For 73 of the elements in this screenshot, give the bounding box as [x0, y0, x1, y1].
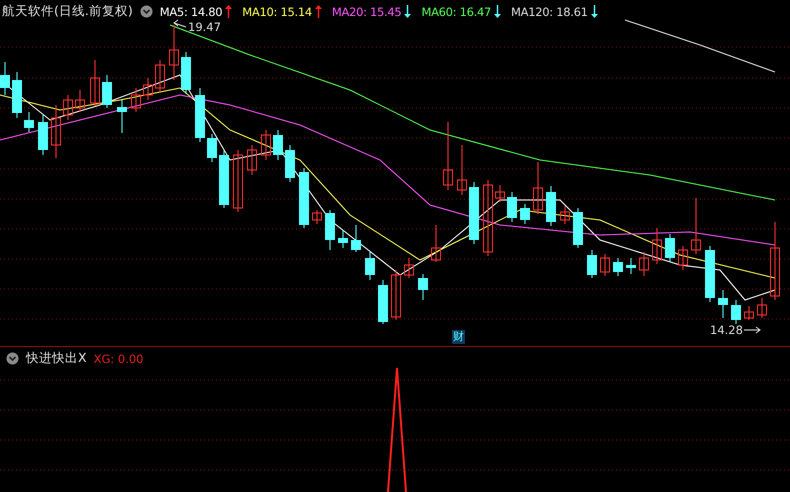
candlestick	[38, 114, 48, 156]
stock-title: 航天软件(日线.前复权)	[2, 3, 133, 20]
indicator-value: MA60: 16.47	[421, 4, 492, 18]
indicator-title: 快进快出X	[26, 350, 87, 367]
candlestick	[312, 210, 322, 224]
candlestick	[90, 60, 100, 106]
candlestick	[273, 130, 283, 160]
candlestick	[102, 74, 112, 108]
dropdown-icon[interactable]	[140, 5, 153, 18]
candlestick	[665, 234, 675, 262]
candlestick	[691, 198, 701, 254]
candlestick	[495, 184, 505, 202]
candlestick	[613, 258, 623, 276]
candlestick	[718, 290, 728, 318]
candlestick	[587, 250, 597, 278]
candlestick	[338, 230, 348, 248]
low-price-label: 14.28	[710, 323, 743, 337]
candlestick	[285, 144, 295, 182]
candlestick	[457, 144, 467, 196]
high-price-label: 19.47	[188, 20, 221, 34]
indicator-value: XG: 0.00	[94, 352, 144, 366]
candlestick	[533, 162, 543, 214]
candlestick	[546, 186, 556, 226]
candlestick	[169, 24, 179, 80]
candlestick	[325, 210, 335, 250]
candlestick	[12, 72, 22, 118]
candlestick	[75, 90, 85, 112]
candlestick	[207, 134, 217, 162]
candlestick	[24, 112, 34, 132]
candlestick	[51, 104, 61, 158]
candlestick	[744, 306, 754, 320]
candlestick	[63, 94, 73, 120]
candlestick	[247, 144, 257, 176]
candlestick	[507, 192, 517, 222]
candlestick	[626, 258, 636, 274]
candlestick	[639, 252, 649, 276]
indicator-value: MA120: 18.61	[511, 4, 588, 18]
candlestick	[600, 254, 610, 276]
indicator-value: MA20: 15.45	[332, 4, 402, 18]
candlestick	[117, 100, 127, 134]
candlestick	[418, 274, 428, 300]
event-badge[interactable]: 财	[452, 330, 465, 344]
candlestick	[195, 88, 205, 142]
candlestick	[131, 88, 141, 112]
indicator-value: MA10: 15.14	[242, 4, 312, 18]
candlestick	[378, 280, 388, 324]
candlestick	[731, 300, 741, 324]
candlestick	[652, 228, 662, 264]
candlestick	[573, 208, 583, 248]
candlestick	[219, 150, 229, 208]
candlestick	[181, 52, 191, 94]
candlestick	[143, 78, 153, 100]
candlestick	[261, 130, 271, 160]
candlestick	[443, 122, 453, 190]
candlestick	[431, 224, 441, 262]
candlestick	[560, 206, 570, 224]
candlestick	[705, 246, 715, 302]
arrow-icon	[744, 326, 761, 334]
arrow-icon	[173, 20, 186, 28]
candlestick	[391, 270, 401, 320]
candlestick	[351, 224, 361, 252]
candlestick	[299, 168, 309, 228]
candlestick	[233, 150, 243, 212]
candlestick	[404, 258, 414, 278]
candlestick	[365, 252, 375, 280]
indicator-value: MA5: 14.80	[160, 4, 222, 18]
candlestick	[0, 62, 10, 96]
candlestick	[469, 182, 479, 244]
candlestick	[678, 246, 688, 270]
candlestick	[757, 298, 767, 318]
candlestick	[155, 60, 165, 92]
candlestick	[520, 204, 530, 224]
dropdown-icon[interactable]	[6, 352, 19, 365]
